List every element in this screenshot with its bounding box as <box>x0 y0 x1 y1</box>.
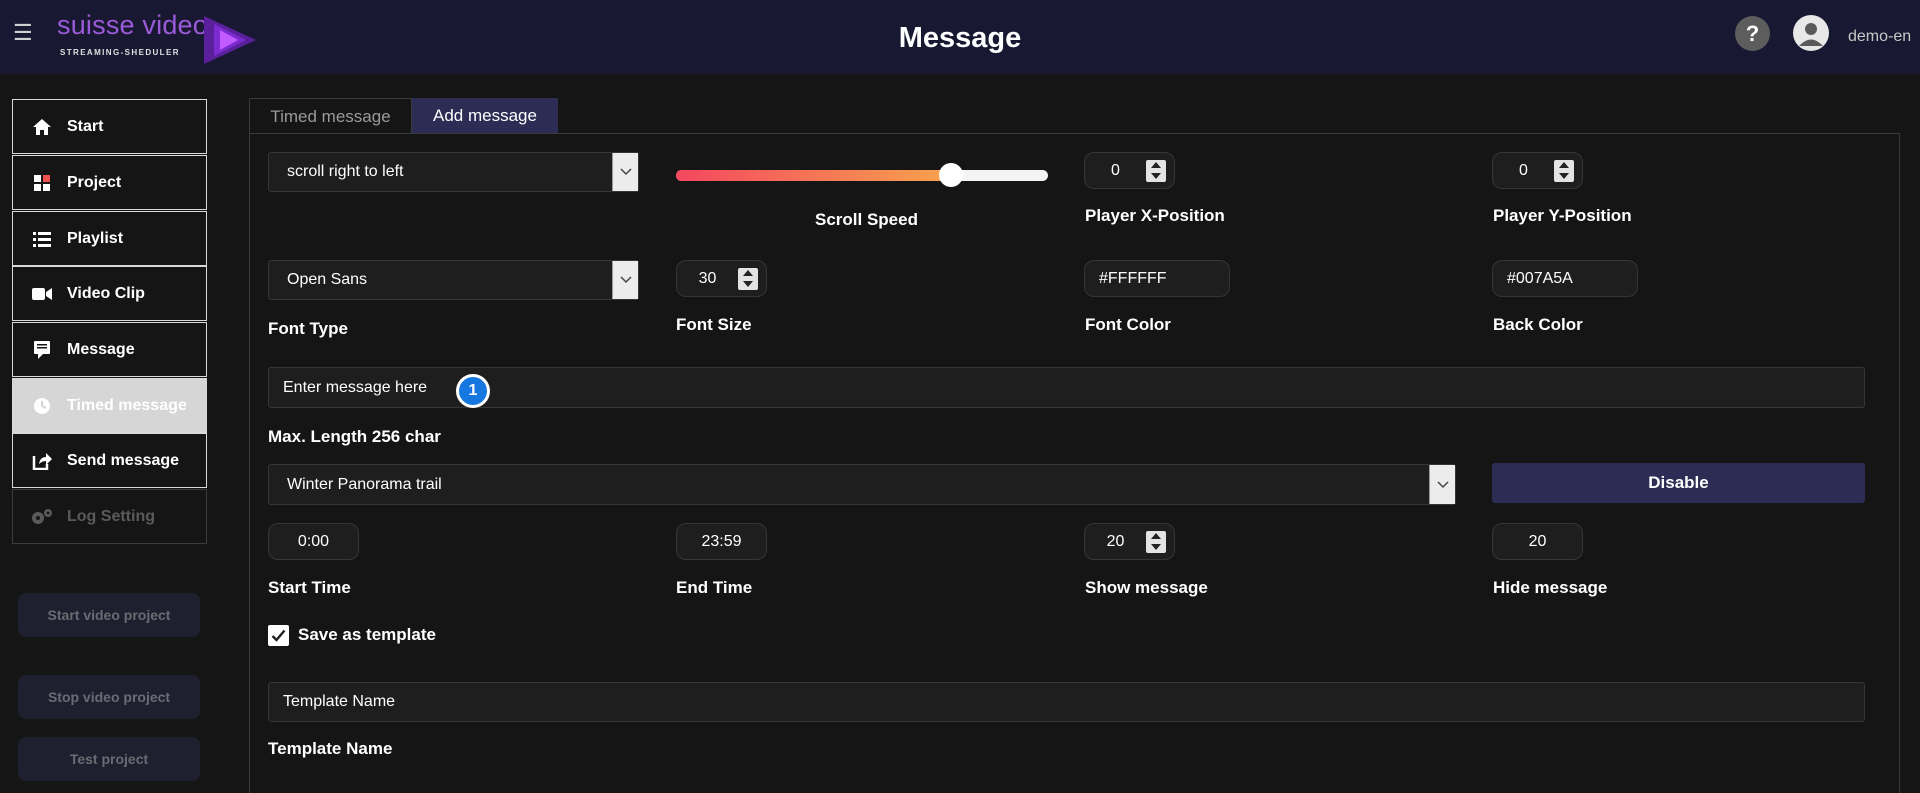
sidebar-item-project[interactable]: Project <box>12 155 207 210</box>
scroll-mode-value: scroll right to left <box>287 163 404 180</box>
player-x-stepper[interactable]: 0 <box>1084 152 1175 189</box>
home-icon <box>31 117 53 137</box>
hide-message-value: 20 <box>1528 532 1547 550</box>
template-name-placeholder: Template Name <box>283 693 396 710</box>
player-y-label: Player Y-Position <box>1493 206 1632 225</box>
user-avatar-icon[interactable] <box>1793 15 1829 51</box>
show-message-value: 20 <box>1106 532 1125 550</box>
clock-icon <box>31 396 53 416</box>
play-logo-icon <box>204 16 256 64</box>
save-template-label: Save as template <box>298 625 436 644</box>
scroll-speed-slider-fill <box>676 170 952 181</box>
message-placeholder: Enter message here <box>283 378 428 396</box>
max-length-hint: Max. Length 256 char <box>268 427 441 446</box>
font-size-value: 30 <box>698 269 717 287</box>
sidebar-item-label: Project <box>67 173 122 191</box>
share-icon <box>31 451 53 471</box>
chevron-down-icon[interactable] <box>612 153 638 191</box>
sidebar-item-message[interactable]: Message <box>12 322 207 377</box>
spinner-arrows-icon[interactable] <box>1146 530 1166 553</box>
player-x-label: Player X-Position <box>1085 206 1225 225</box>
stop-video-project-button[interactable]: Stop video project <box>18 675 200 719</box>
sidebar-item-label: Log Setting <box>67 507 155 525</box>
top-bar: ☰ suisse video STREAMING-SHEDULER Messag… <box>0 0 1920 74</box>
end-time-value: 23:59 <box>701 532 742 550</box>
list-icon <box>31 229 53 249</box>
message-input[interactable]: Enter message here <box>268 367 1865 408</box>
sidebar-item-label: Video Clip <box>67 284 145 302</box>
sidebar-item-label: Send message <box>67 451 180 469</box>
start-time-input[interactable]: 0:00 <box>268 523 359 560</box>
chevron-down-icon[interactable] <box>612 261 638 299</box>
player-y-stepper[interactable]: 0 <box>1492 152 1583 189</box>
back-color-value: #007A5A <box>1507 269 1573 287</box>
show-message-label: Show message <box>1085 578 1208 597</box>
player-x-value: 0 <box>1111 161 1120 179</box>
help-icon[interactable]: ? <box>1735 16 1770 51</box>
gears-icon <box>31 507 53 527</box>
message-icon <box>31 340 53 360</box>
save-template-checkbox[interactable] <box>268 625 289 646</box>
font-color-input[interactable]: #FFFFFF <box>1084 260 1230 297</box>
hamburger-menu-icon[interactable]: ☰ <box>13 20 33 46</box>
hide-message-label: Hide message <box>1493 578 1608 597</box>
font-size-stepper[interactable]: 30 <box>676 260 767 297</box>
start-time-label: Start Time <box>268 578 351 597</box>
video-camera-icon <box>31 284 53 304</box>
font-type-select[interactable]: Open Sans <box>268 260 639 300</box>
sidebar-item-label: Start <box>67 117 104 135</box>
sidebar-item-video-clip[interactable]: Video Clip <box>12 266 207 321</box>
test-project-button[interactable]: Test project <box>18 737 200 781</box>
end-time-input[interactable]: 23:59 <box>676 523 767 560</box>
font-size-label: Font Size <box>676 315 752 334</box>
page-title: Message <box>898 22 1022 54</box>
sidebar-item-log-setting[interactable]: Log Setting <box>12 489 207 544</box>
start-time-value: 0:00 <box>297 532 330 550</box>
sidebar-item-label: Playlist <box>67 229 124 247</box>
show-message-stepper[interactable]: 20 <box>1084 523 1175 560</box>
start-video-project-button[interactable]: Start video project <box>18 593 200 637</box>
hide-message-input[interactable]: 20 <box>1492 523 1583 560</box>
font-color-value: #FFFFFF <box>1099 269 1167 287</box>
disable-button[interactable]: Disable <box>1492 463 1865 503</box>
back-color-label: Back Color <box>1493 315 1583 334</box>
brand-logo-text: suisse video <box>57 10 208 40</box>
end-time-label: End Time <box>676 578 753 597</box>
sidebar-item-label: Message <box>67 340 135 358</box>
sidebar-item-playlist[interactable]: Playlist <box>12 211 207 266</box>
template-name-input[interactable]: Template Name <box>268 682 1865 722</box>
spinner-arrows-icon[interactable] <box>1146 159 1166 182</box>
font-type-value: Open Sans <box>287 271 368 288</box>
grid-icon <box>31 173 53 193</box>
chevron-down-icon[interactable] <box>1429 465 1455 504</box>
playlist-select[interactable]: Winter Panorama trail <box>268 464 1456 505</box>
template-name-label: Template Name <box>268 739 393 758</box>
sidebar-item-start[interactable]: Start <box>12 99 207 154</box>
spinner-arrows-icon[interactable] <box>1554 159 1574 182</box>
tab-add-message[interactable]: Add message <box>412 98 558 134</box>
brand-logo-subtitle: STREAMING-SHEDULER <box>60 48 180 57</box>
scroll-speed-slider[interactable] <box>676 170 1048 181</box>
playlist-value: Winter Panorama trail <box>287 475 442 493</box>
sidebar-item-timed-message[interactable]: Timed message <box>12 378 207 433</box>
spinner-arrows-icon[interactable] <box>738 267 758 290</box>
checkmark-icon <box>271 629 286 642</box>
font-color-label: Font Color <box>1085 315 1171 334</box>
sidebar-item-label: Timed message <box>67 396 187 414</box>
scroll-speed-label: Scroll Speed <box>815 210 918 229</box>
sidebar-item-send-message[interactable]: Send message <box>12 433 207 488</box>
back-color-input[interactable]: #007A5A <box>1492 260 1638 297</box>
step-badge: 1 <box>456 374 490 408</box>
player-y-value: 0 <box>1519 161 1528 179</box>
font-type-label: Font Type <box>268 319 348 338</box>
scroll-mode-select[interactable]: scroll right to left <box>268 152 639 192</box>
tab-timed-message[interactable]: Timed message <box>249 98 412 134</box>
username[interactable]: demo-en <box>1848 28 1911 46</box>
